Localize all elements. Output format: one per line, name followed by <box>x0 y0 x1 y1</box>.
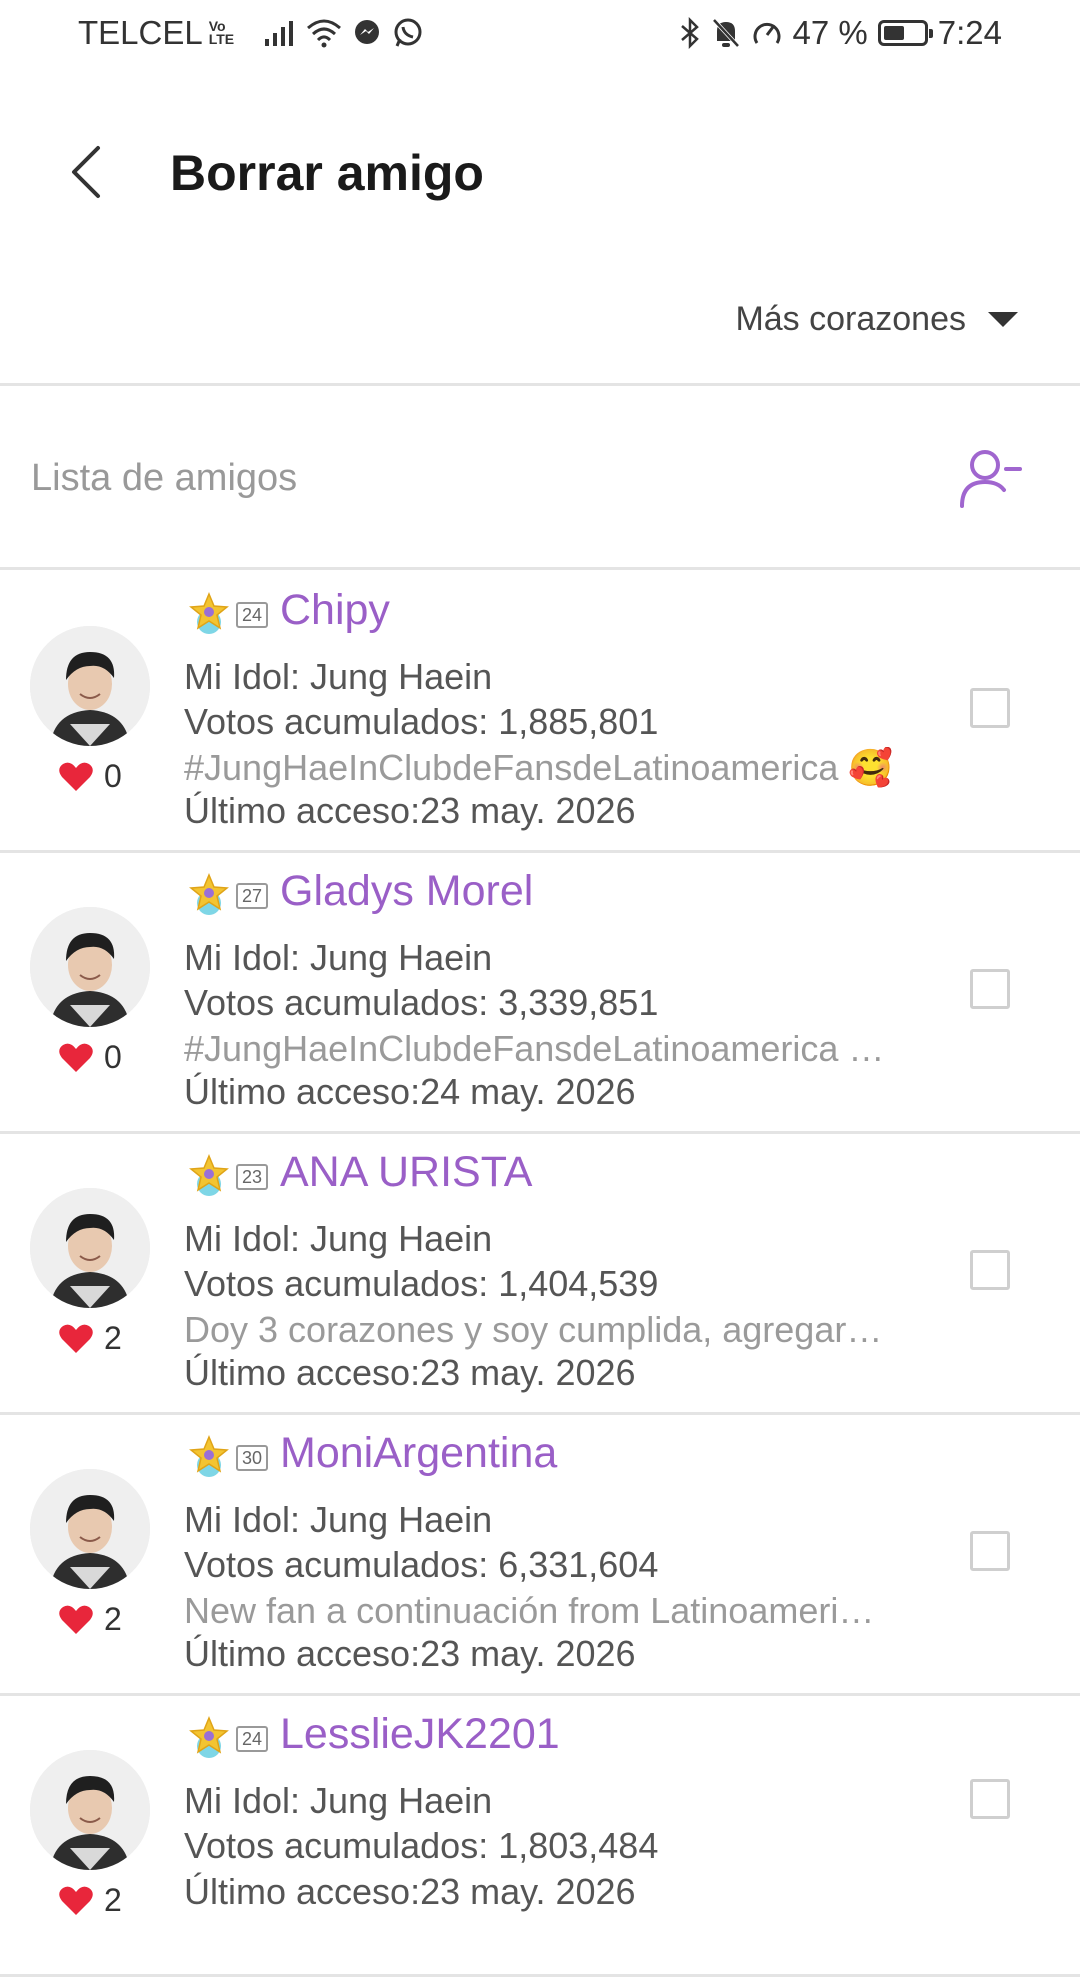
bluetooth-icon <box>680 17 699 49</box>
last-access-text: Último acceso:23 may. 2026 <box>184 1352 636 1393</box>
battery-icon <box>877 20 933 46</box>
heart-count: 2 <box>58 1882 122 1919</box>
avatar[interactable] <box>30 907 150 1027</box>
avatar-photo-icon <box>30 1188 150 1308</box>
last-access-text: Último acceso:23 may. 2026 <box>184 790 636 831</box>
motto-text: New fan a continuación from Latinoameri… <box>184 1590 875 1631</box>
votes-text: Votos acumulados: 1,404,539 <box>184 1263 659 1304</box>
avatar-photo-icon <box>30 907 150 1027</box>
level-badge: 24 <box>186 592 269 638</box>
friend-name[interactable]: ANA URISTA <box>280 1148 532 1197</box>
friend-row[interactable]: 2 24 LesslieJK2201 Mi Idol: Jung Haein V… <box>0 1694 1080 1974</box>
whatsapp-icon <box>394 18 422 47</box>
avatar[interactable] <box>30 1750 150 1870</box>
page-title: Borrar amigo <box>170 145 484 201</box>
signal-icons <box>264 17 424 49</box>
level-badge: 24 <box>186 1716 269 1762</box>
idol-text: Mi Idol: Jung Haein <box>184 1218 493 1259</box>
heart-icon <box>59 762 93 791</box>
level-badge: 27 <box>186 873 269 919</box>
mute-bell-icon <box>712 18 740 48</box>
motto-text: Doy 3 corazones y soy cumplida, agregar… <box>184 1309 883 1350</box>
clock: 7:24 <box>937 14 1002 51</box>
heart-icon <box>59 1605 93 1634</box>
idol-text: Mi Idol: Jung Haein <box>184 656 493 697</box>
rank-medal-icon <box>189 873 229 915</box>
sort-label: Más corazones <box>735 300 966 338</box>
avatar-photo-icon <box>30 1750 150 1870</box>
back-arrow-icon[interactable] <box>60 140 120 200</box>
votes-text: Votos acumulados: 1,885,801 <box>184 701 659 742</box>
level-badge: 23 <box>186 1154 269 1200</box>
last-access-text: Último acceso:24 may. 2026 <box>184 1071 636 1112</box>
heart-count: 2 <box>58 1601 122 1638</box>
heart-icon <box>59 1886 93 1915</box>
rank-medal-icon <box>189 1154 229 1196</box>
level-number: 23 <box>236 1164 269 1190</box>
select-checkbox[interactable] <box>970 1531 1010 1571</box>
last-access-text: Último acceso:23 may. 2026 <box>184 1633 636 1674</box>
status-right: 47 % 7:24 <box>679 14 1002 52</box>
level-number: 24 <box>236 1726 269 1752</box>
heart-count: 0 <box>58 1039 122 1076</box>
select-checkbox[interactable] <box>970 688 1010 728</box>
signal-icon <box>265 21 294 46</box>
messenger-icon <box>355 20 380 44</box>
wifi-icon <box>307 19 342 48</box>
friend-row[interactable]: 2 23 ANA URISTA Mi Idol: Jung Haein Voto… <box>0 1132 1080 1412</box>
avatar[interactable] <box>30 1188 150 1308</box>
avatar-photo-icon <box>30 626 150 746</box>
status-bar: TELCEL Vo LTE 47 % 7:24 <box>0 0 1080 80</box>
select-checkbox[interactable] <box>970 1250 1010 1290</box>
idol-text: Mi Idol: Jung Haein <box>184 1499 493 1540</box>
data-saver-icon <box>753 22 780 44</box>
motto-text: #JungHaeInClubdeFansdeLatinoamerica 🥰 <box>184 747 894 788</box>
avatar[interactable] <box>30 626 150 746</box>
divider <box>0 383 1080 386</box>
rank-medal-icon <box>189 592 229 634</box>
idol-text: Mi Idol: Jung Haein <box>184 1780 493 1821</box>
avatar[interactable] <box>30 1469 150 1589</box>
votes-text: Votos acumulados: 3,339,851 <box>184 982 659 1023</box>
rank-medal-icon <box>189 1435 229 1477</box>
sort-dropdown[interactable]: Más corazones <box>735 300 1018 339</box>
friend-row[interactable]: 0 24 Chipy Mi Idol: Jung Haein Votos acu… <box>0 570 1080 850</box>
select-checkbox[interactable] <box>970 1779 1010 1819</box>
idol-text: Mi Idol: Jung Haein <box>184 937 493 978</box>
app-header: Borrar amigo <box>0 110 1080 230</box>
volte-indicator: Vo LTE <box>208 18 235 47</box>
friend-name[interactable]: MoniArgentina <box>280 1429 557 1478</box>
friend-name[interactable]: Gladys Morel <box>280 867 533 916</box>
heart-icon <box>59 1324 93 1353</box>
friend-row[interactable]: 0 27 Gladys Morel Mi Idol: Jung Haein Vo… <box>0 851 1080 1131</box>
friend-list-label: Lista de amigos <box>31 457 298 499</box>
battery-percent: 47 % <box>792 14 868 51</box>
level-badge: 30 <box>186 1435 269 1481</box>
remove-friend-icon[interactable] <box>958 448 1022 510</box>
dropdown-arrow-icon <box>988 312 1018 327</box>
level-number: 30 <box>236 1445 269 1471</box>
motto-text: #JungHaeInClubdeFansdeLatinoamerica … <box>184 1028 885 1069</box>
avatar-photo-icon <box>30 1469 150 1589</box>
heart-count: 2 <box>58 1320 122 1357</box>
carrier-name: TELCEL <box>78 14 203 51</box>
select-checkbox[interactable] <box>970 969 1010 1009</box>
friend-name[interactable]: LesslieJK2201 <box>280 1710 560 1759</box>
last-access-text: Último acceso:23 may. 2026 <box>184 1871 636 1912</box>
status-left: TELCEL Vo LTE <box>78 14 424 52</box>
friend-row[interactable]: 2 30 MoniArgentina Mi Idol: Jung Haein V… <box>0 1413 1080 1693</box>
friend-name[interactable]: Chipy <box>280 586 390 635</box>
level-number: 24 <box>236 602 269 628</box>
votes-text: Votos acumulados: 1,803,484 <box>184 1825 659 1866</box>
votes-text: Votos acumulados: 6,331,604 <box>184 1544 659 1585</box>
rank-medal-icon <box>189 1716 229 1758</box>
heart-count: 0 <box>58 758 122 795</box>
level-number: 27 <box>236 883 269 909</box>
heart-icon <box>59 1043 93 1072</box>
